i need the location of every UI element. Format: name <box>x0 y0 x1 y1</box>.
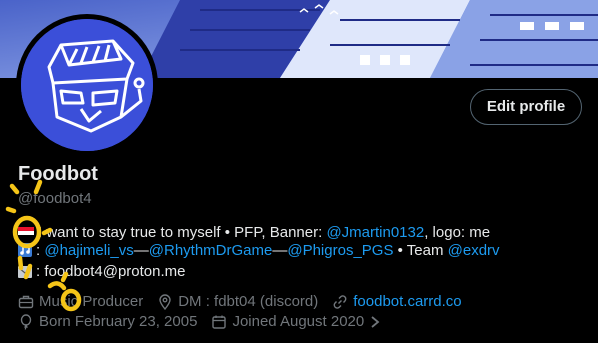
dash: — <box>272 242 288 259</box>
avatar[interactable] <box>16 14 158 156</box>
profile-meta-row: Born February 23, 2005 Joined August 202… <box>18 313 400 330</box>
calendar-icon <box>212 315 227 329</box>
bio-line-3: : foodbot4@proton.me <box>18 263 186 282</box>
bio-line-2: : @hajimeli_vs—@RhythmDrGame—@Phigros_PG… <box>18 242 500 261</box>
profession-item: Music Producer <box>18 293 143 310</box>
location-pin-icon <box>159 293 171 310</box>
joined-text: Joined August 2020 <box>232 313 365 330</box>
website-item: foodbot.carrd.co <box>332 293 462 310</box>
birthday-text: Born February 23, 2005 <box>39 313 198 330</box>
location-item: DM : fdbt04 (discord) <box>157 293 318 310</box>
mention-link[interactable]: @RhythmDrGame <box>149 242 273 259</box>
location-text: DM : fdbt04 (discord) <box>178 293 319 310</box>
avatar-image <box>21 19 153 151</box>
website-link[interactable]: foodbot.carrd.co <box>353 293 461 310</box>
bio-text: : foodbot4@proton.me <box>36 263 186 280</box>
briefcase-icon <box>18 295 34 308</box>
mention-link[interactable]: @Jmartin0132 <box>326 224 424 241</box>
mention-link[interactable]: @exdrv <box>448 242 500 259</box>
bio-line-1: I want to stay true to myself • PFP, Ban… <box>18 224 490 243</box>
mention-link[interactable]: @hajimeli_vs <box>44 242 133 259</box>
balloon-icon <box>20 313 32 330</box>
link-icon <box>333 294 347 309</box>
music-note-icon <box>18 243 32 261</box>
birthday-item: Born February 23, 2005 <box>18 313 197 330</box>
user-handle: @foodbot4 <box>18 190 92 207</box>
profession-text: Music Producer <box>39 293 144 310</box>
joined-item[interactable]: Joined August 2020 <box>211 313 386 330</box>
dash: — <box>133 242 149 259</box>
edit-profile-button[interactable]: Edit profile <box>470 89 582 125</box>
display-name: Foodbot <box>18 163 98 185</box>
bio-text: , logo: me <box>424 224 491 241</box>
mention-link[interactable]: @Phigros_PGS <box>287 242 393 259</box>
envelope-icon <box>18 265 32 282</box>
bio-text: • Team <box>393 242 448 259</box>
flag-icon <box>18 226 34 243</box>
profile-meta-row: Music Producer DM : fdbt04 (discord) foo… <box>18 293 476 310</box>
chevron-right-icon <box>371 315 380 328</box>
bio-text: I want to stay true to myself • PFP, Ban… <box>38 224 327 241</box>
